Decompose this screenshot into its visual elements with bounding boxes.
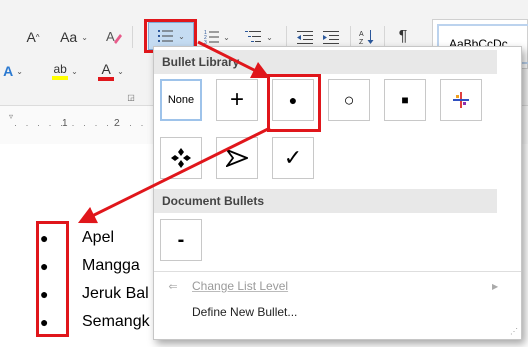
annotation-arrows — [77, 40, 271, 224]
arrow-to-bullet-option — [197, 40, 271, 79]
arrow-to-document-bullets — [77, 126, 271, 224]
